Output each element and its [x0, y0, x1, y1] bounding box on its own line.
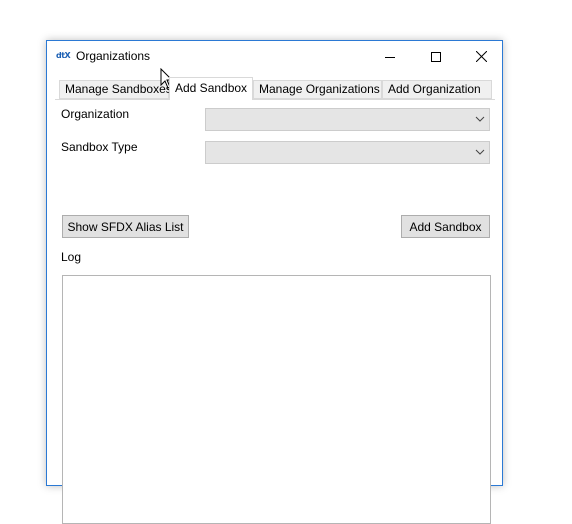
tab-add-sandbox[interactable]: Add Sandbox: [169, 77, 253, 100]
title-bar[interactable]: dtX Organizations: [47, 41, 502, 72]
add-sandbox-panel: Organization Sandbox Type Show SFDX Alia…: [55, 99, 495, 524]
tab-strip: Manage Sandboxes Add Sandbox Manage Orga…: [55, 77, 495, 100]
minimize-button[interactable]: [367, 41, 413, 72]
log-textarea[interactable]: [62, 275, 491, 524]
maximize-button[interactable]: [413, 41, 459, 72]
close-button[interactable]: [458, 41, 504, 72]
sandbox-type-select[interactable]: [205, 141, 490, 164]
chevron-down-icon: [475, 116, 485, 122]
maximize-icon: [431, 51, 441, 62]
add-sandbox-button[interactable]: Add Sandbox: [401, 215, 490, 238]
app-logo-icon: dtX: [56, 51, 71, 60]
show-sfdx-alias-list-button[interactable]: Show SFDX Alias List: [62, 215, 189, 238]
tab-manage-organizations[interactable]: Manage Organizations: [253, 80, 382, 99]
window-title: Organizations: [76, 49, 151, 63]
sandbox-type-label: Sandbox Type: [61, 140, 138, 154]
log-label: Log: [61, 250, 82, 264]
organization-select[interactable]: [205, 108, 490, 131]
minimize-icon: [385, 56, 395, 58]
organizations-window: dtX Organizations Manage Sandboxes Add S…: [46, 40, 503, 524]
organization-label: Organization: [61, 107, 130, 121]
chevron-down-icon: [475, 149, 485, 155]
tab-add-organization[interactable]: Add Organization: [382, 80, 492, 99]
tab-manage-sandboxes[interactable]: Manage Sandboxes: [59, 80, 172, 99]
close-icon: [475, 51, 487, 62]
